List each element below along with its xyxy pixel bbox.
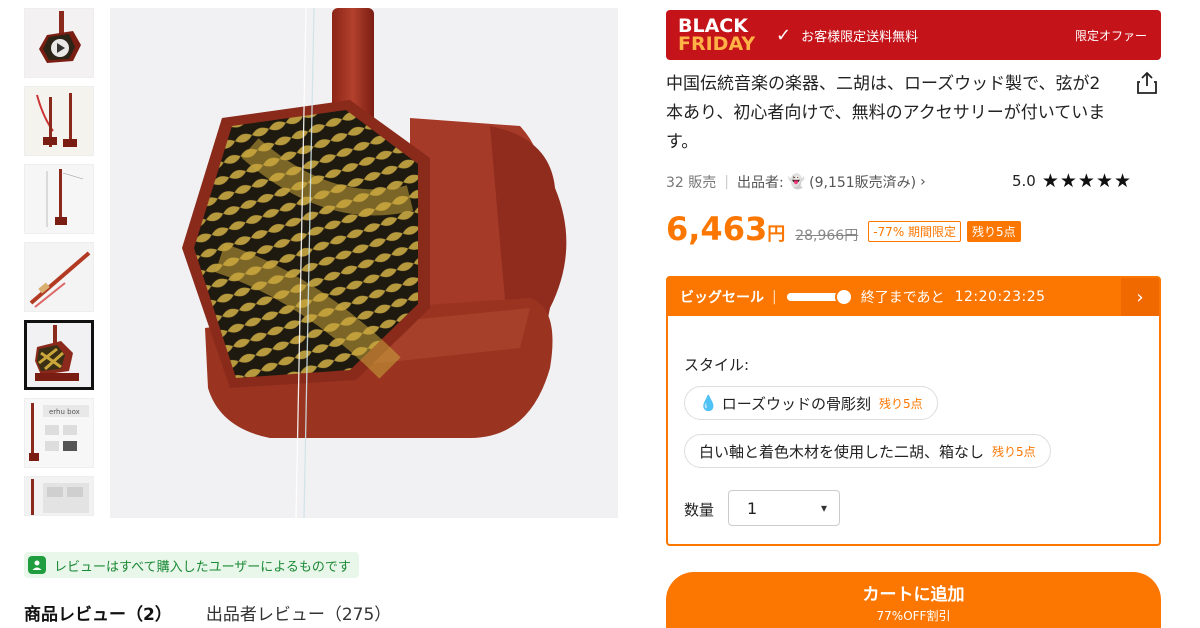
- quantity-label: 数量: [684, 501, 715, 519]
- style-option-label: ローズウッドの骨彫刻: [721, 394, 871, 413]
- sold-count: 32 販売: [666, 175, 717, 191]
- thumbnail-4[interactable]: [24, 242, 94, 312]
- check-icon: ✓: [776, 24, 792, 46]
- thumbnail-3[interactable]: [24, 164, 94, 234]
- black-friday-banner[interactable]: BLACK FRIDAY ✓ お客様限定送料無料 限定オファー: [666, 10, 1161, 60]
- thumbnail-6[interactable]: erhu box: [24, 398, 94, 468]
- big-sale-title: ビッグセール: [680, 290, 764, 306]
- style-option-stock: 残り5点: [878, 396, 923, 411]
- chevron-down-icon: ▾: [820, 501, 827, 515]
- price-unit: 円: [767, 224, 786, 245]
- review-notice-text: レビューはすべて購入したユーザーによるものです: [54, 559, 351, 575]
- tab-seller-reviews[interactable]: 出品者レビュー（275）: [206, 600, 391, 625]
- review-tabs: 商品レビュー（2） 出品者レビュー（275）: [24, 600, 391, 625]
- thumbnail-7[interactable]: [24, 476, 94, 516]
- style-option-label: 白い軸と着色木材を使用した二胡、箱なし: [699, 442, 985, 461]
- star-rating-icons: ★★★★★: [1041, 170, 1133, 192]
- tab-product-reviews[interactable]: 商品レビュー（2）: [24, 600, 172, 625]
- rating-value: 5.0: [1012, 172, 1036, 190]
- sale-price: 6,463: [666, 210, 768, 248]
- black-friday-logo-line2: FRIDAY: [678, 33, 756, 55]
- flame-icon: 💧: [699, 394, 718, 412]
- quantity-value: 1: [747, 498, 758, 518]
- quantity-select[interactable]: 1 ▾: [728, 490, 840, 526]
- big-sale-panel: ビッグセール | 終了まであと 12:20:23:25 › スタイル: 💧 ロー…: [666, 276, 1161, 546]
- clock-icon: [834, 288, 853, 306]
- main-product-image[interactable]: [110, 8, 618, 518]
- style-label: スタイル:: [684, 356, 750, 374]
- review-verified-notice: レビューはすべて購入したユーザーによるものです: [24, 552, 359, 578]
- thumbnail-list: erhu box: [24, 8, 94, 524]
- ends-label: 終了まであと: [860, 290, 945, 306]
- thumbnail-2[interactable]: [24, 86, 94, 156]
- product-meta: 32 販売 | 出品者: 👻 (9,151販売済み) ›: [666, 172, 926, 192]
- share-icon[interactable]: [1134, 70, 1160, 96]
- meta-divider: |: [724, 174, 729, 190]
- seller-avatar-icon[interactable]: 👻: [788, 174, 805, 190]
- style-option-2[interactable]: 白い軸と着色木材を使用した二胡、箱なし 残り5点: [684, 434, 1051, 468]
- original-price: 28,966円: [795, 228, 859, 244]
- limited-offer-text: 限定オファー: [1074, 28, 1147, 43]
- thumbnail-5-selected[interactable]: [24, 320, 94, 390]
- discount-badge: -77% 期間限定: [868, 221, 962, 242]
- add-to-cart-discount: 77%OFF割引: [876, 609, 951, 623]
- add-to-cart-button[interactable]: カートに追加 77%OFF割引: [666, 572, 1161, 628]
- style-option-1[interactable]: 💧 ローズウッドの骨彫刻 残り5点: [684, 386, 938, 420]
- black-friday-logo: BLACK FRIDAY: [666, 17, 766, 55]
- style-option-stock: 残り5点: [992, 444, 1036, 459]
- price-row: 6,463 円 28,966円 -77% 期間限定 残り5点: [666, 210, 1021, 248]
- countdown-timer: 12:20:23:25: [954, 289, 1046, 305]
- shield-user-icon: [28, 556, 46, 574]
- add-to-cart-label: カートに追加: [862, 585, 965, 605]
- seller-label: 出品者:: [736, 175, 784, 191]
- thumbnail-box-label: erhu box: [49, 408, 80, 416]
- stock-left-badge: 残り5点: [967, 221, 1021, 242]
- chevron-right-icon[interactable]: ›: [1121, 278, 1159, 316]
- thumbnail-video[interactable]: [24, 8, 94, 78]
- seller-sales[interactable]: (9,151販売済み): [809, 172, 916, 192]
- big-sale-header[interactable]: ビッグセール | 終了まであと 12:20:23:25 ›: [668, 278, 1159, 316]
- header-divider: |: [772, 289, 777, 305]
- product-title: 中国伝統音楽の楽器、二胡は、ローズウッド製で、弦が2本あり、初心者向けで、無料の…: [666, 74, 1106, 152]
- free-shipping-text: お客様限定送料無料: [801, 29, 919, 45]
- sale-progress-bar: [786, 288, 853, 306]
- product-rating[interactable]: 5.0 ★★★★★: [1012, 170, 1132, 192]
- chevron-right-icon[interactable]: ›: [920, 174, 926, 190]
